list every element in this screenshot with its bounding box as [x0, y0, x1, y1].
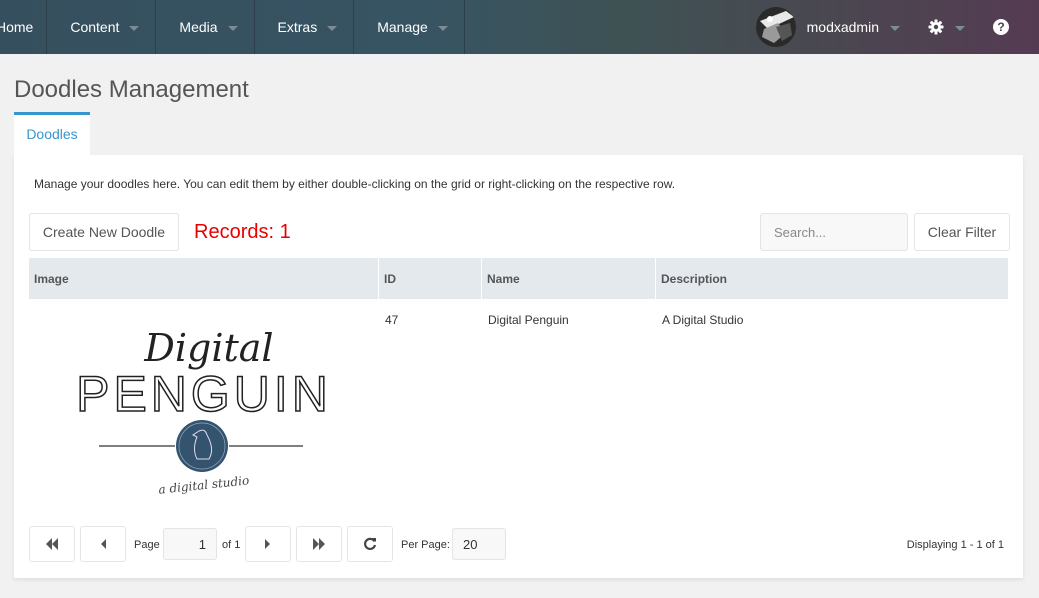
page-count-label: of 1 [222, 539, 241, 551]
gear-icon[interactable] [928, 19, 965, 35]
refresh-button[interactable] [347, 526, 393, 562]
doodle-image: Digital PENGUIN a digital studio [75, 326, 332, 497]
prev-page-button[interactable] [80, 526, 126, 562]
doodles-panel: Manage your doodles here. You can edit t… [14, 155, 1023, 578]
nav-label: Manage [377, 19, 428, 35]
last-page-button[interactable] [296, 526, 342, 562]
next-page-button[interactable] [245, 526, 291, 562]
nav-label: Extras [277, 19, 318, 35]
button-label: Clear Filter [927, 224, 997, 240]
main-menu: Home Content Media Extras Manage [0, 0, 465, 54]
nav-label: Media [179, 19, 218, 35]
first-page-icon [46, 538, 58, 550]
doodles-grid: Image ID Name Description Digital PENGUI… [29, 258, 1008, 514]
nav-label: Content [70, 19, 120, 35]
page-title: Doodles Management [14, 76, 249, 103]
search-input[interactable] [760, 213, 908, 251]
caret-down-icon [327, 25, 338, 31]
intro-text: Manage your doodles here. You can edit t… [34, 177, 676, 191]
next-page-icon [265, 539, 270, 549]
nav-item-media[interactable]: Media [156, 0, 255, 54]
logo-line2: PENGUIN [76, 366, 332, 422]
caret-down-icon [129, 25, 140, 31]
page-number-input[interactable] [163, 528, 217, 560]
caret-down-icon [227, 25, 238, 31]
top-navigation-bar: Home Content Media Extras Manage modxadm… [0, 0, 1039, 54]
displaying-status: Displaying 1 - 1 of 1 [906, 539, 1004, 551]
first-page-button[interactable] [29, 526, 75, 562]
last-page-icon [313, 538, 325, 550]
column-header-name[interactable]: Name [482, 258, 656, 299]
button-label: Create New Doodle [42, 224, 166, 240]
avatar[interactable] [755, 7, 796, 47]
prev-page-icon [101, 539, 106, 549]
records-count: Records: 1 [194, 221, 291, 243]
user-area: modxadmin ? [755, 0, 1039, 54]
cell-description: A Digital Studio [662, 313, 744, 327]
column-header-description[interactable]: Description [656, 258, 1008, 299]
grid-header: Image ID Name Description [29, 258, 1008, 299]
per-page-label: Per Page: [401, 539, 450, 551]
caret-down-icon [955, 25, 965, 31]
caret-down-icon[interactable] [890, 25, 900, 31]
refresh-icon [364, 537, 377, 550]
page-label: Page [134, 539, 160, 551]
nav-label: Home [0, 19, 34, 35]
penguin-badge-icon [176, 420, 228, 472]
column-header-id[interactable]: ID [379, 258, 482, 299]
question-circle-icon[interactable]: ? [993, 19, 1009, 35]
nav-item-extras[interactable]: Extras [255, 0, 355, 54]
table-row[interactable]: Digital PENGUIN a digital studio 47 Digi… [29, 299, 1008, 514]
column-header-image[interactable]: Image [29, 258, 379, 299]
nav-item-manage[interactable]: Manage [354, 0, 465, 54]
nav-item-content[interactable]: Content [47, 0, 157, 54]
cell-name: Digital Penguin [488, 313, 569, 327]
cell-image: Digital PENGUIN a digital studio [29, 299, 379, 514]
username[interactable]: modxadmin [807, 19, 879, 35]
cell-id: 47 [385, 313, 399, 327]
logo-tagline: a digital studio [158, 473, 250, 496]
tab-label: Doodles [26, 126, 78, 142]
clear-filter-button[interactable]: Clear Filter [914, 213, 1010, 251]
create-new-doodle-button[interactable]: Create New Doodle [29, 213, 179, 251]
tab-doodles[interactable]: Doodles [14, 112, 90, 155]
per-page-input[interactable] [452, 528, 506, 560]
logo-line1: Digital [143, 326, 273, 370]
nav-item-home[interactable]: Home [0, 0, 48, 54]
caret-down-icon [437, 25, 448, 31]
